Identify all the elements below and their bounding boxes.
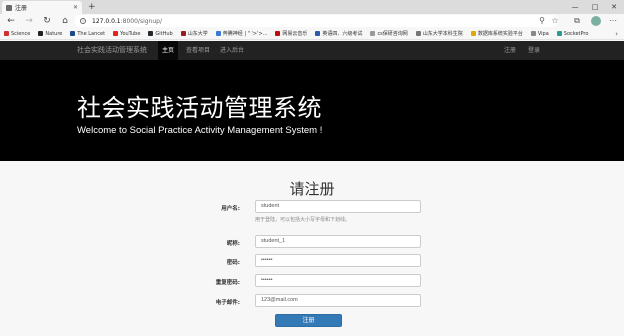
bookmark-label: 英语四、六级考试: [322, 31, 363, 37]
bookmark-favicon-icon: [470, 31, 476, 36]
minimize-icon[interactable]: —: [566, 0, 584, 14]
bookmark-favicon-icon: [4, 31, 9, 36]
jumbotron-subtitle: Welcome to Social Practice Activity Mana…: [77, 125, 323, 136]
profile-avatar[interactable]: [591, 16, 601, 26]
nav-signup[interactable]: 注册: [500, 41, 520, 60]
password-field[interactable]: ••••••: [255, 254, 421, 267]
new-tab-icon[interactable]: +: [88, 1, 96, 13]
repeat-password-field[interactable]: ••••••: [255, 274, 421, 287]
nav-login[interactable]: 登录: [524, 41, 544, 60]
nav-home[interactable]: 主页: [158, 41, 179, 60]
username-label: 用户名:: [221, 206, 240, 212]
nav-admin[interactable]: 进入后台: [216, 41, 248, 60]
bookmark-label: 山东大学: [187, 31, 208, 37]
refresh-icon[interactable]: ↻: [40, 14, 54, 28]
site-info-icon[interactable]: i: [80, 18, 86, 24]
bookmark-item[interactable]: Nature: [38, 31, 62, 37]
bookmark-item[interactable]: Science: [4, 31, 30, 37]
bookmark-item[interactable]: 奔腾神经 | " '>'>...: [215, 30, 268, 37]
forward-icon[interactable]: →: [22, 14, 36, 28]
bookmark-item[interactable]: 网易云音乐: [275, 30, 307, 37]
bookmark-favicon-icon: [180, 31, 186, 36]
bookmark-item[interactable]: SocketPro: [556, 30, 589, 37]
bookmark-item[interactable]: YouTube: [113, 31, 140, 37]
address-bar[interactable]: i 127.0.0.1 :8000/signup/: [74, 15, 558, 27]
more-menu-icon[interactable]: ⋯: [606, 14, 620, 28]
bookmark-favicon-icon: [70, 31, 76, 36]
signup-submit-button[interactable]: 注册: [275, 314, 342, 327]
bookmark-label: cs保研咨询网: [377, 31, 408, 37]
url-host: 127.0.0.1: [92, 17, 121, 25]
bookmark-label: 数据库系统实验平台: [477, 31, 523, 37]
maximize-icon[interactable]: □: [586, 0, 604, 14]
jumbotron-title: 社会实践活动管理系统: [77, 94, 322, 122]
site-navbar: 社会实践活动管理系统 主页 查看项目 进入后台 注册 登录: [0, 41, 624, 60]
home-icon[interactable]: ⌂: [58, 14, 72, 28]
extensions-icon[interactable]: ⚲: [535, 14, 549, 28]
bookmark-favicon-icon: [370, 31, 376, 36]
browser-tabstrip: 注册 ✕ + — □ ✕: [0, 0, 624, 14]
bookmarks-overflow-icon[interactable]: ›: [615, 28, 618, 40]
nickname-label: 昵称:: [226, 241, 240, 247]
jumbotron: 社会实践活动管理系统 Welcome to Social Practice Ac…: [0, 60, 624, 161]
bookmark-favicon-icon: [556, 31, 562, 36]
bookmark-label: Vipa: [537, 30, 549, 37]
browser-tab[interactable]: 注册 ✕: [2, 1, 82, 14]
bookmark-favicon-icon: [415, 31, 421, 36]
bookmark-item[interactable]: 数据库系统实验平台: [470, 30, 523, 37]
page-favicon-icon: [6, 4, 12, 11]
password-label: 密码:: [226, 260, 240, 266]
bookmark-label: 山东大学本科生院: [422, 31, 463, 37]
bookmark-label: Nature: [45, 30, 63, 37]
bookmark-label: The Lancet: [77, 30, 106, 37]
bookmark-item[interactable]: 山东大学本科生院: [415, 30, 463, 37]
url-path: :8000/signup/: [120, 17, 162, 25]
browser-toolbar: ← → ↻ ⌂ i 127.0.0.1 :8000/signup/ ⚲ ☆ ⧉ …: [0, 14, 624, 28]
email-field[interactable]: 123@mail.com: [255, 294, 421, 307]
bookmark-favicon-icon: [215, 31, 221, 36]
bookmark-favicon-icon: [315, 31, 321, 36]
bookmark-label: Science: [11, 30, 31, 37]
bookmark-favicon-icon: [113, 31, 119, 36]
bookmark-item[interactable]: 英语四、六级考试: [315, 30, 362, 37]
bookmark-label: SocketPro: [563, 30, 589, 37]
bookmark-favicon-icon: [38, 31, 44, 36]
bookmark-item[interactable]: GitHub: [148, 30, 173, 37]
bookmark-favicon-icon: [148, 31, 154, 36]
bookmark-favicon-icon: [530, 31, 536, 36]
repeat-password-label: 重复密码:: [215, 280, 240, 286]
bookmarks-bar: Science Nature The Lancet YouTube GitHub 山东大学…: [0, 28, 624, 40]
email-label: 电子邮件:: [215, 300, 240, 306]
bookmark-label: GitHub: [155, 30, 173, 37]
form-title: 请注册: [289, 180, 335, 198]
bookmark-item[interactable]: 山东大学: [180, 30, 208, 37]
bookmark-item[interactable]: cs保研咨询网: [370, 30, 408, 37]
nav-view-projects[interactable]: 查看项目: [182, 41, 214, 60]
bookmark-label: 奔腾神经 | " '>'>...: [222, 31, 268, 37]
bookmark-favicon-icon: [275, 31, 281, 36]
nickname-field[interactable]: student_1: [255, 235, 421, 248]
username-help-text: 用于登陆，可以包括大小写字母和下划线。: [255, 217, 351, 223]
bookmark-label: YouTube: [120, 30, 141, 37]
site-brand[interactable]: 社会实践活动管理系统: [77, 41, 147, 60]
bookmark-item[interactable]: Vipa: [530, 30, 549, 37]
collections-icon[interactable]: ⧉: [570, 14, 584, 28]
tab-title: 注册: [15, 5, 28, 12]
close-window-icon[interactable]: ✕: [605, 0, 623, 14]
back-icon[interactable]: ←: [4, 14, 18, 28]
bookmark-item[interactable]: The Lancet: [70, 31, 105, 37]
tab-close-icon[interactable]: ✕: [73, 4, 78, 11]
username-field[interactable]: student: [255, 200, 421, 213]
bookmark-label: 网易云音乐: [282, 31, 308, 37]
favorite-star-icon[interactable]: ☆: [548, 14, 562, 28]
